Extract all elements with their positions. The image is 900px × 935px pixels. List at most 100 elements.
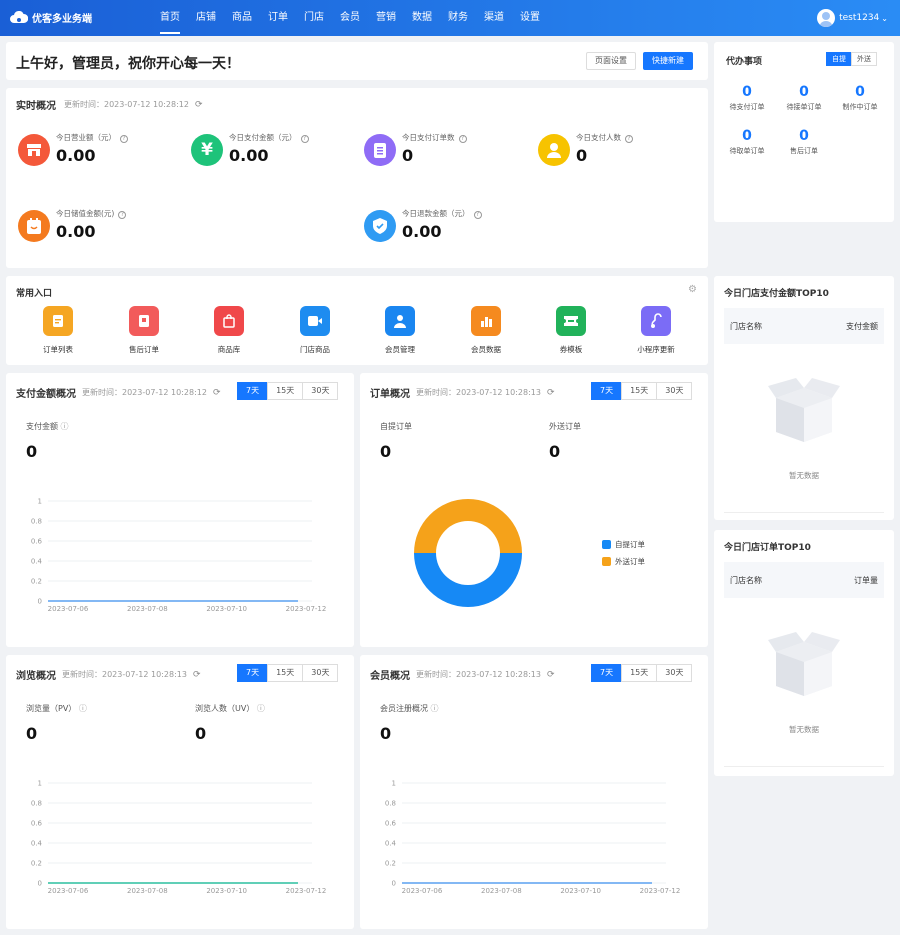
x-tick-label: 2023-07-10 <box>206 887 247 895</box>
todo-item[interactable]: 0 制作中订单 <box>838 84 882 112</box>
pay-updated: 更新时间：2023-07-12 10:28:12 <box>82 388 207 397</box>
range-15d[interactable]: 15天 <box>267 382 304 400</box>
range-7d[interactable]: 7天 <box>237 664 269 682</box>
help-icon[interactable]: ⓘ <box>61 422 69 431</box>
pv-metric: 浏览量（PV） ⓘ 0 <box>26 703 87 743</box>
todo-label: 待接单订单 <box>786 103 822 111</box>
member-range-tabs: 7天 15天 30天 <box>591 664 693 682</box>
nav-finance[interactable]: 财务 <box>448 0 468 36</box>
refresh-icon[interactable]: ⟳ <box>547 670 555 680</box>
help-icon[interactable]: ? <box>625 135 633 143</box>
legend-swatch <box>602 540 611 549</box>
user-menu[interactable]: test1234 ⌄ <box>817 9 888 27</box>
legend-item-pickup: 自提订单 <box>602 539 645 550</box>
help-icon[interactable]: ⓘ <box>431 704 439 713</box>
range-30d[interactable]: 30天 <box>656 382 693 400</box>
metric-label: 外送订单 <box>549 422 581 431</box>
y-tick-label: 0 <box>38 598 42 606</box>
stat-pay-orders: 今日支付订单数? 0 <box>364 132 467 166</box>
browse-updated: 更新时间：2023-07-12 10:28:13 <box>62 670 187 679</box>
entry-goods-library[interactable]: 商品库 <box>199 306 259 355</box>
member-title: 会员概况 <box>370 671 410 682</box>
entry-coupon-template[interactable]: 券模板 <box>541 306 601 355</box>
metric-label: 自提订单 <box>380 422 412 431</box>
entry-member-management[interactable]: 会员管理 <box>370 306 430 355</box>
nav-data[interactable]: 数据 <box>412 0 432 36</box>
entry-store-goods[interactable]: 门店商品 <box>285 306 345 355</box>
todo-item[interactable]: 0 待接单订单 <box>782 84 826 112</box>
range-15d[interactable]: 15天 <box>621 382 658 400</box>
settings-gear-icon[interactable]: ⚙ <box>688 284 697 295</box>
realtime-card: 实时概况 更新时间：2023-07-12 10:28:12 ⟳ 今日营业额（元）… <box>6 88 708 268</box>
empty-text: 暂无数据 <box>789 471 819 480</box>
entry-aftersale[interactable]: 售后订单 <box>114 306 174 355</box>
entry-miniprogram-update[interactable]: 小程序更新 <box>626 306 686 355</box>
help-icon[interactable]: ⓘ <box>257 704 265 713</box>
refresh-icon[interactable]: ⟳ <box>193 670 201 680</box>
help-icon[interactable]: ⓘ <box>79 704 87 713</box>
nav-marketing[interactable]: 营销 <box>376 0 396 36</box>
pay-line-chart: 0 0.2 0.4 0.6 0.8 1 2023-07-06 2023-07-08 2023-0… <box>31 498 326 614</box>
browse-range-tabs: 7天 15天 30天 <box>237 664 339 682</box>
todo-label: 售后订单 <box>790 147 818 155</box>
coupon-icon <box>556 306 586 336</box>
nav-home[interactable]: 首页 <box>160 0 180 36</box>
entry-order-list[interactable]: 订单列表 <box>28 306 88 355</box>
range-15d[interactable]: 15天 <box>621 664 658 682</box>
member-updated: 更新时间：2023-07-12 10:28:13 <box>416 670 541 679</box>
range-15d[interactable]: 15天 <box>267 664 304 682</box>
nav-members[interactable]: 会员 <box>340 0 360 36</box>
help-icon[interactable]: ? <box>118 211 127 219</box>
cloud-logo-icon <box>10 10 28 23</box>
range-7d[interactable]: 7天 <box>591 382 623 400</box>
range-7d[interactable]: 7天 <box>237 382 269 400</box>
shield-icon <box>364 210 396 242</box>
help-icon[interactable]: ? <box>120 135 128 143</box>
range-7d[interactable]: 7天 <box>591 664 623 682</box>
nav-settings[interactable]: 设置 <box>520 0 540 36</box>
metric-label: 浏览量（PV） <box>26 704 77 713</box>
x-tick-label: 2023-07-06 <box>48 605 89 613</box>
stat-value: 0.00 <box>56 146 96 165</box>
stat-label: 今日支付订单数 <box>402 133 455 142</box>
divider <box>724 512 884 513</box>
range-30d[interactable]: 30天 <box>302 382 339 400</box>
legend-label: 外送订单 <box>615 557 645 566</box>
realtime-title: 实时概况 <box>16 101 56 112</box>
todo-item[interactable]: 0 待支付订单 <box>725 84 769 112</box>
quick-new-button[interactable]: 快捷新建 <box>643 52 693 70</box>
help-icon[interactable]: ? <box>458 135 467 143</box>
page-settings-button[interactable]: 页面设置 <box>586 52 636 70</box>
entry-label: 商品库 <box>217 345 241 354</box>
yen-icon: ¥ <box>191 134 223 166</box>
range-30d[interactable]: 30天 <box>656 664 693 682</box>
todo-label: 待取单订单 <box>729 147 765 155</box>
help-icon[interactable]: ? <box>300 135 309 143</box>
browse-line-chart: 0 0.2 0.4 0.6 0.8 1 2023-07-06 2023-07-08 2023-0… <box>31 780 326 896</box>
stat-label: 今日营业额（元） <box>56 133 116 142</box>
refresh-icon[interactable]: ⟳ <box>195 100 203 110</box>
todo-item[interactable]: 0 待取单订单 <box>725 128 769 156</box>
x-tick-label: 2023-07-12 <box>640 887 681 895</box>
entry-member-data[interactable]: 会员数据 <box>456 306 516 355</box>
nav-stores[interactable]: 门店 <box>304 0 324 36</box>
nav-orders[interactable]: 订单 <box>268 0 288 36</box>
range-30d[interactable]: 30天 <box>302 664 339 682</box>
help-icon[interactable]: ? <box>473 211 482 219</box>
nav-shop[interactable]: 店铺 <box>196 0 216 36</box>
refresh-icon[interactable]: ⟳ <box>547 388 555 398</box>
tab-delivery[interactable]: 外送 <box>851 52 877 66</box>
divider <box>724 766 884 767</box>
todo-item[interactable]: 0 售后订单 <box>782 128 826 156</box>
entry-label: 小程序更新 <box>637 345 675 354</box>
nav-channels[interactable]: 渠道 <box>484 0 504 36</box>
refresh-icon[interactable]: ⟳ <box>213 388 221 398</box>
app-logo[interactable]: 优客多业务端 <box>10 10 92 25</box>
todo-label: 制作中订单 <box>842 103 878 111</box>
stat-label: 今日退款金额（元） <box>402 209 470 218</box>
tab-pickup[interactable]: 自提 <box>826 52 852 66</box>
user-icon <box>538 134 570 166</box>
nav-goods[interactable]: 商品 <box>232 0 252 36</box>
order-donut-chart <box>414 499 522 607</box>
order-legend: 自提订单 外送订单 <box>602 539 645 567</box>
